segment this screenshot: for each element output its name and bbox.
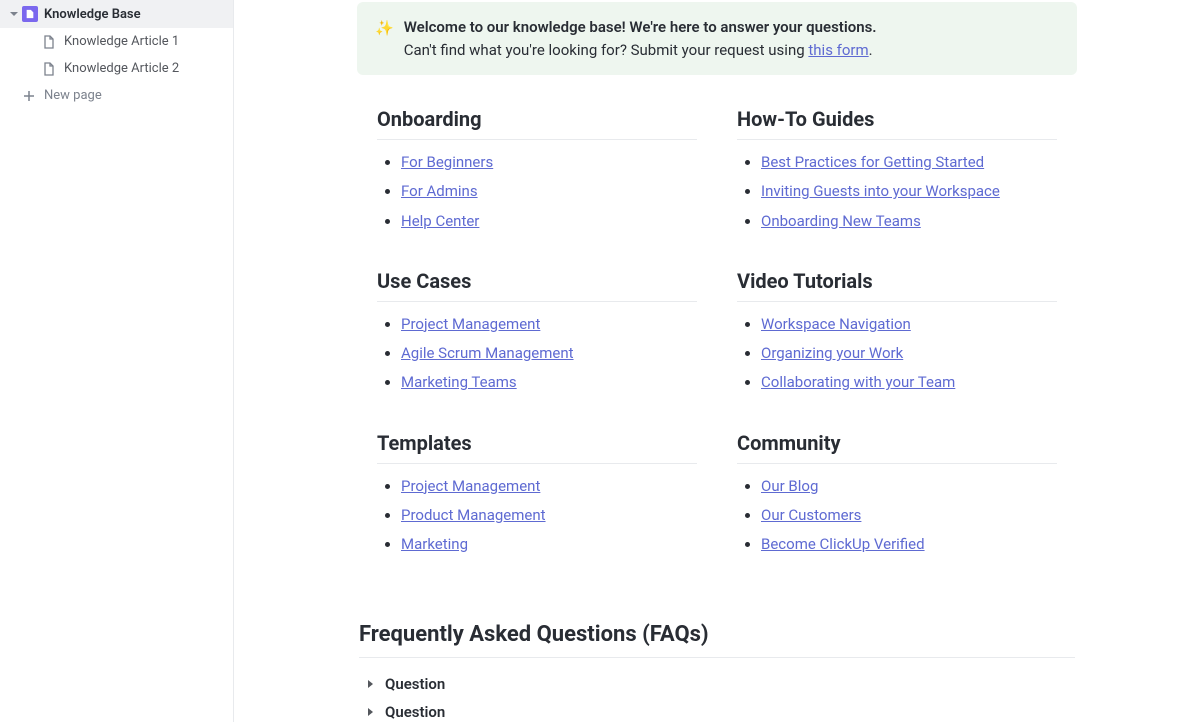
section-how-to: How-To Guides Best Practices for Getting… [737,107,1057,231]
link-onboarding-teams[interactable]: Onboarding New Teams [761,212,921,230]
sparkle-icon: ✨ [375,17,394,40]
link-product-mgmt-template[interactable]: Product Management [401,506,546,524]
sidebar: Knowledge Base Knowledge Article 1 Knowl… [0,0,234,722]
faq-section: Frequently Asked Questions (FAQs) Questi… [357,622,1077,722]
faq-question-label: Question [385,675,445,693]
caret-right-icon [365,679,375,689]
sidebar-item-label: Knowledge Article 2 [64,61,179,76]
section-title: Community [737,431,1057,464]
faq-title: Frequently Asked Questions (FAQs) [359,622,1075,658]
main-content: ✨ Welcome to our knowledge base! We're h… [234,0,1200,722]
faq-item[interactable]: Question [359,698,1075,722]
faq-question-label: Question [385,703,445,721]
section-title: Templates [377,431,697,464]
list-item: Collaborating with your Team [761,372,1057,392]
list-item: Onboarding New Teams [761,211,1057,231]
faq-item[interactable]: Question [359,670,1075,698]
link-organizing-work[interactable]: Organizing your Work [761,344,903,362]
link-for-beginners[interactable]: For Beginners [401,153,493,171]
sidebar-item-article-1[interactable]: Knowledge Article 1 [0,28,233,55]
knowledge-base-icon [22,6,38,22]
link-our-customers[interactable]: Our Customers [761,506,861,524]
list-item: Best Practices for Getting Started [761,152,1057,172]
link-best-practices[interactable]: Best Practices for Getting Started [761,153,984,171]
link-become-verified[interactable]: Become ClickUp Verified [761,535,925,553]
sidebar-item-article-2[interactable]: Knowledge Article 2 [0,55,233,82]
list-item: For Beginners [401,152,697,172]
list-item: Agile Scrum Management [401,343,697,363]
sidebar-item-knowledge-base[interactable]: Knowledge Base [0,0,233,28]
list-item: Become ClickUp Verified [761,534,1057,554]
new-page-button[interactable]: New page [0,82,233,109]
welcome-callout: ✨ Welcome to our knowledge base! We're h… [357,2,1077,75]
new-page-label: New page [44,88,102,103]
link-marketing-template[interactable]: Marketing [401,535,468,553]
link-agile-scrum[interactable]: Agile Scrum Management [401,344,574,362]
section-templates: Templates Project Management Product Man… [377,431,697,555]
section-title: Use Cases [377,269,697,302]
callout-text: Welcome to our knowledge base! We're her… [404,16,877,61]
section-use-cases: Use Cases Project Management Agile Scrum… [377,269,697,393]
section-title: How-To Guides [737,107,1057,140]
link-help-center[interactable]: Help Center [401,212,479,230]
list-item: For Admins [401,181,697,201]
list-item: Our Customers [761,505,1057,525]
section-video-tutorials: Video Tutorials Workspace Navigation Org… [737,269,1057,393]
callout-bold: Welcome to our knowledge base! We're her… [404,18,877,36]
link-our-blog[interactable]: Our Blog [761,477,818,495]
link-marketing-teams[interactable]: Marketing Teams [401,373,517,391]
link-project-management[interactable]: Project Management [401,315,540,333]
caret-right-icon [365,707,375,717]
section-onboarding: Onboarding For Beginners For Admins Help… [377,107,697,231]
link-inviting-guests[interactable]: Inviting Guests into your Workspace [761,182,1000,200]
page-icon [42,62,56,76]
list-item: Inviting Guests into your Workspace [761,181,1057,201]
link-workspace-nav[interactable]: Workspace Navigation [761,315,911,333]
link-for-admins[interactable]: For Admins [401,182,478,200]
list-item: Project Management [401,314,697,334]
link-collaborating[interactable]: Collaborating with your Team [761,373,955,391]
callout-plain: Can't find what you're looking for? Subm… [404,41,809,59]
list-item: Product Management [401,505,697,525]
section-community: Community Our Blog Our Customers Become … [737,431,1057,555]
section-title: Video Tutorials [737,269,1057,302]
list-item: Marketing Teams [401,372,697,392]
list-item: Marketing [401,534,697,554]
sidebar-item-label: Knowledge Article 1 [64,34,179,49]
list-item: Help Center [401,211,697,231]
list-item: Project Management [401,476,697,496]
page-icon [42,35,56,49]
sidebar-root-label: Knowledge Base [44,7,141,22]
chevron-down-icon [8,8,20,20]
section-title: Onboarding [377,107,697,140]
list-item: Workspace Navigation [761,314,1057,334]
right-column: How-To Guides Best Practices for Getting… [737,107,1057,592]
plus-icon [22,89,36,103]
left-column: Onboarding For Beginners For Admins Help… [377,107,697,592]
link-project-mgmt-template[interactable]: Project Management [401,477,540,495]
this-form-link[interactable]: this form [808,41,868,59]
callout-tail: . [869,41,873,59]
list-item: Our Blog [761,476,1057,496]
list-item: Organizing your Work [761,343,1057,363]
